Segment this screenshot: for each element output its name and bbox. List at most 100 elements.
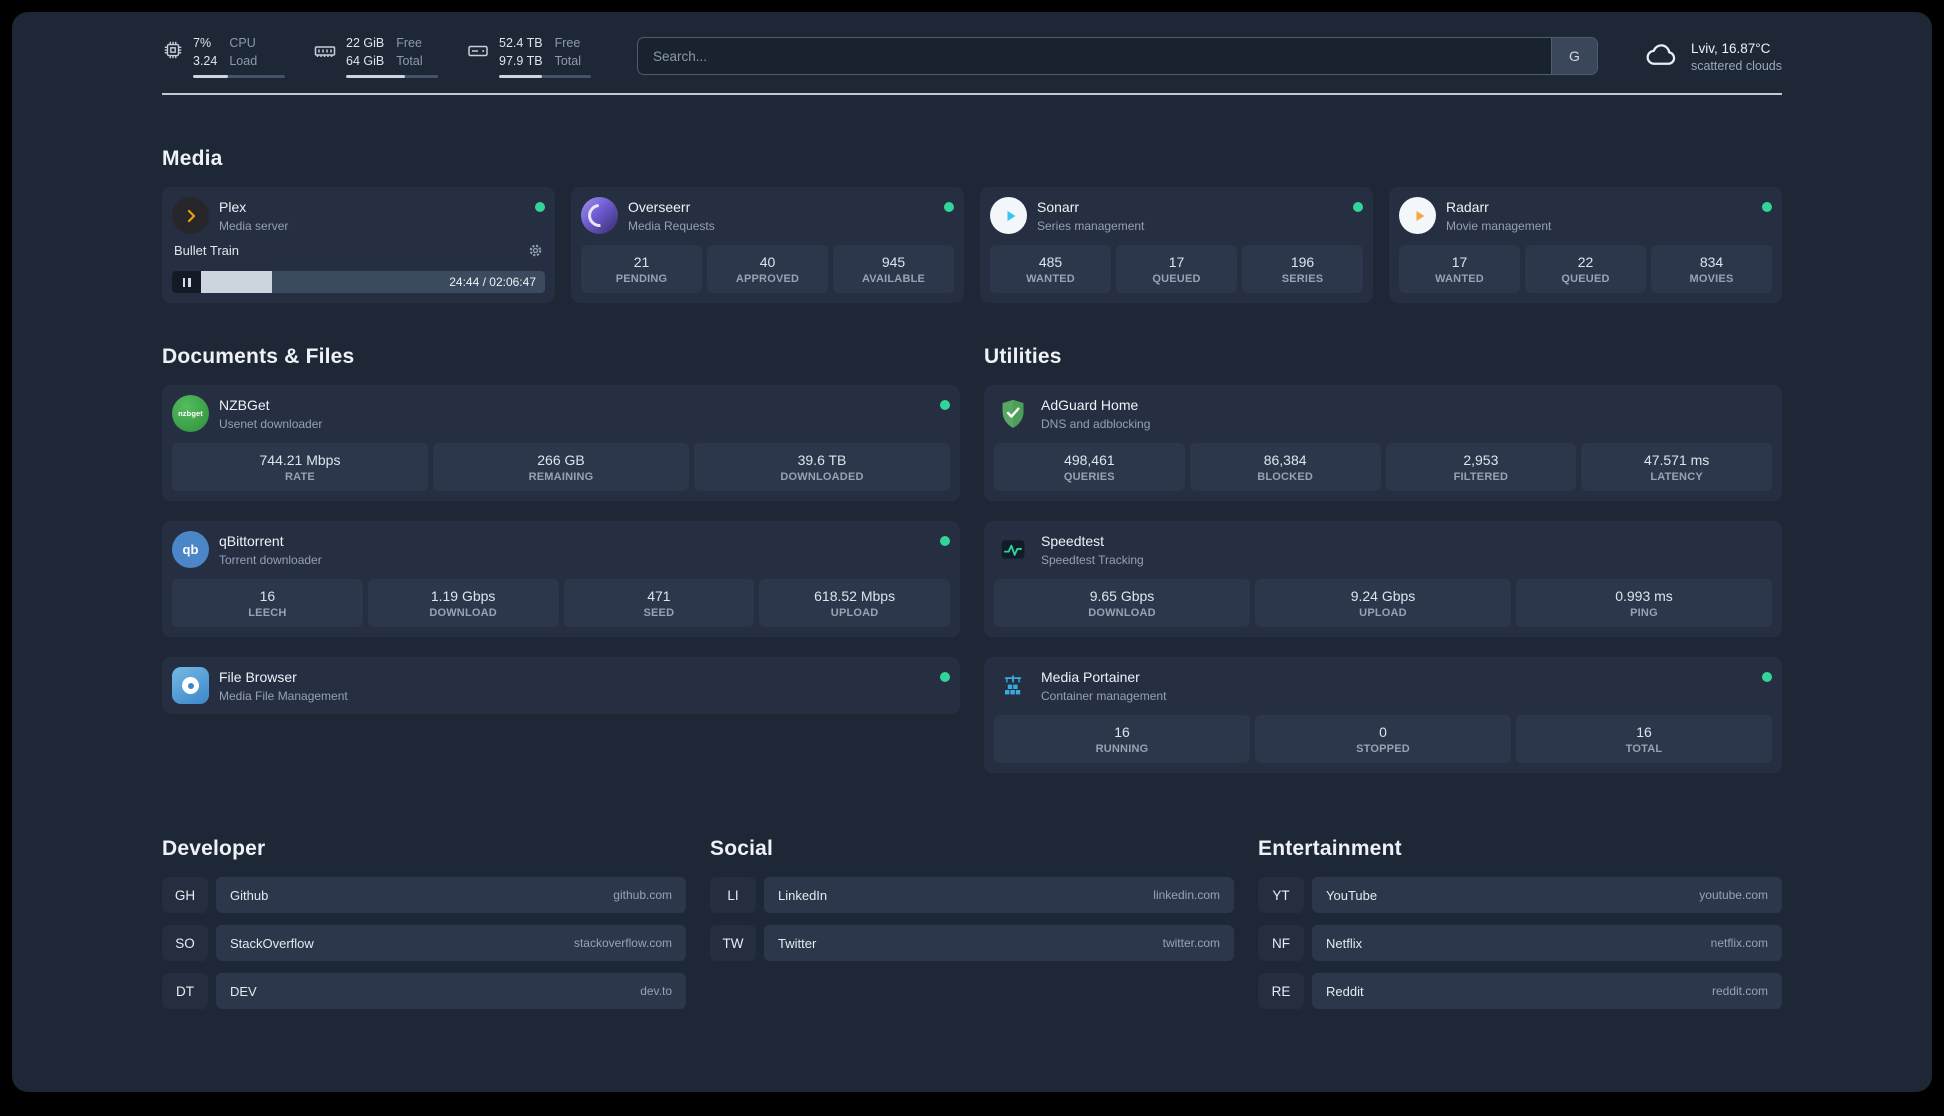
disk-total-label: Total — [554, 54, 581, 69]
disk-free-value: 52.4 TB — [499, 36, 543, 50]
stat-tile: 471 SEED — [563, 579, 755, 628]
disk-total-value: 97.9 TB — [499, 54, 543, 69]
status-dot — [940, 672, 950, 683]
stat-tile: 39.6 TB DOWNLOADED — [694, 443, 950, 492]
service-card-radarr[interactable]: Radarr Movie management 17 WANTED 22 QUE… — [1389, 187, 1782, 304]
stat-tile: 1.19 Gbps DOWNLOAD — [367, 579, 559, 628]
service-card-speedtest[interactable]: Speedtest Speedtest Tracking 9.65 Gbps D… — [984, 521, 1782, 638]
stat-tile: 17 QUEUED — [1116, 245, 1237, 294]
status-dot — [944, 202, 954, 213]
nzbget-icon: nzbget — [172, 395, 209, 433]
bookmark-youtube[interactable]: YT YouTube youtube.com — [1258, 877, 1782, 914]
bookmark-url: stackoverflow.com — [573, 936, 672, 951]
bookmark-github[interactable]: GH Github github.com — [162, 877, 686, 914]
stat-tile: 485 WANTED — [990, 245, 1111, 294]
service-subtitle: Media server — [219, 218, 289, 233]
service-subtitle: Series management — [1037, 218, 1145, 233]
bookmark-abbr: GH — [162, 877, 208, 914]
bookmark-reddit[interactable]: RE Reddit reddit.com — [1258, 973, 1782, 1010]
bookmark-linkedin[interactable]: LI LinkedIn linkedin.com — [710, 877, 1234, 914]
service-subtitle: Media Requests — [628, 218, 715, 233]
service-card-plex[interactable]: Plex Media server Bullet Train 24:44 / 0… — [162, 187, 555, 304]
service-subtitle: Media File Management — [219, 688, 348, 703]
cpu-usage-bar — [193, 75, 285, 79]
radarr-icon — [1399, 197, 1436, 235]
service-name: File Browser — [219, 669, 297, 685]
bookmark-abbr: YT — [1258, 877, 1304, 914]
dashboard-window: 7% 3.24 CPU Load 22 GiB 64 GiB Free Tota… — [12, 12, 1932, 1092]
disk-usage-bar — [499, 75, 591, 79]
stat-tile: 618.52 Mbps UPLOAD — [759, 579, 950, 628]
bookmark-abbr: SO — [162, 925, 208, 962]
cpu-widget: 7% 3.24 CPU Load — [162, 34, 285, 79]
memory-icon — [313, 39, 337, 78]
service-name: Media Portainer — [1041, 669, 1140, 685]
gear-icon[interactable] — [528, 243, 543, 258]
stat-tile: 744.21 Mbps RATE — [172, 443, 428, 492]
portainer-crane-icon — [994, 667, 1031, 704]
service-subtitle: Usenet downloader — [219, 416, 323, 431]
memory-widget: 22 GiB 64 GiB Free Total — [313, 34, 438, 79]
service-card-adguard[interactable]: AdGuard Home DNS and adblocking 498,461 … — [984, 385, 1782, 502]
service-card-qbittorrent[interactable]: qb qBittorrent Torrent downloader 16 LEE… — [162, 521, 960, 638]
stat-tile: 47.571 ms LATENCY — [1581, 443, 1772, 492]
weather-widget: Lviv, 16.87°C scattered clouds — [1644, 39, 1782, 74]
bookmark-name: Github — [230, 887, 269, 903]
speedtest-icon — [994, 531, 1031, 568]
service-card-nzbget[interactable]: nzbget NZBGet Usenet downloader 744.21 M… — [162, 385, 960, 502]
status-dot — [940, 536, 950, 547]
stat-tile: 9.24 Gbps UPLOAD — [1255, 579, 1511, 628]
stat-tile: 17 WANTED — [1399, 245, 1520, 294]
section-media: Media Plex Media server Bullet Train 24:… — [162, 147, 1782, 304]
service-card-overseerr[interactable]: Overseerr Media Requests 21 PENDING 40 A… — [571, 187, 964, 304]
service-card-sonarr[interactable]: Sonarr Series management 485 WANTED 17 Q… — [980, 187, 1373, 304]
service-name: Speedtest — [1041, 533, 1105, 549]
bookmark-url: netflix.com — [1710, 936, 1768, 951]
bookmark-url: dev.to — [640, 984, 672, 999]
stat-tile: 266 GB REMAINING — [433, 443, 689, 492]
memory-usage-bar — [346, 75, 438, 79]
bookmark-abbr: NF — [1258, 925, 1304, 962]
bookmark-abbr: LI — [710, 877, 756, 914]
cpu-label: CPU — [229, 36, 256, 50]
bookmark-url: twitter.com — [1162, 936, 1220, 951]
service-subtitle: Container management — [1041, 688, 1167, 703]
service-name: AdGuard Home — [1041, 397, 1139, 413]
service-card-portainer[interactable]: Media Portainer Container management 16 … — [984, 657, 1782, 774]
status-dot — [1353, 202, 1363, 213]
stat-tile: 21 PENDING — [581, 245, 702, 294]
search-provider-button[interactable]: G — [1550, 38, 1597, 75]
pause-button[interactable] — [172, 271, 201, 294]
cloud-icon — [1644, 39, 1680, 74]
bookmark-abbr: TW — [710, 925, 756, 962]
section-title-social: Social — [710, 837, 774, 861]
bookmark-dev[interactable]: DT DEV dev.to — [162, 973, 686, 1010]
bookmark-group-entertainment: Entertainment YT YouTube youtube.com NF … — [1258, 837, 1782, 1010]
header-divider — [162, 93, 1782, 96]
service-subtitle: DNS and adblocking — [1041, 416, 1151, 431]
sonarr-icon — [990, 197, 1027, 235]
service-card-filebrowser[interactable]: File Browser Media File Management — [162, 657, 960, 715]
section-title-utilities: Utilities — [984, 345, 1062, 369]
bookmark-group-social: Social LI LinkedIn linkedin.com TW Twitt… — [710, 837, 1234, 1009]
bookmark-netflix[interactable]: NF Netflix netflix.com — [1258, 925, 1782, 962]
bookmark-twitter[interactable]: TW Twitter twitter.com — [710, 925, 1234, 962]
service-name: Sonarr — [1037, 199, 1080, 215]
stat-tile: 0 STOPPED — [1255, 715, 1511, 764]
status-dot — [1762, 672, 1772, 683]
section-documents: Documents & Files nzbget NZBGet Usenet d… — [162, 345, 960, 773]
cpu-load-label: Load — [229, 54, 258, 69]
status-dot — [1762, 202, 1772, 213]
section-title-developer: Developer — [162, 837, 266, 861]
bookmark-name: Netflix — [1326, 935, 1363, 951]
plex-player-bar: 24:44 / 02:06:47 — [172, 271, 545, 294]
service-subtitle: Speedtest Tracking — [1041, 552, 1144, 567]
bookmark-name: LinkedIn — [778, 887, 828, 903]
bookmark-stackoverflow[interactable]: SO StackOverflow stackoverflow.com — [162, 925, 686, 962]
bookmark-url: youtube.com — [1699, 888, 1768, 903]
stat-tile: 16 LEECH — [172, 579, 363, 628]
stat-tile: 945 AVAILABLE — [833, 245, 954, 294]
memory-total-value: 64 GiB — [346, 54, 385, 69]
bookmark-abbr: DT — [162, 973, 208, 1010]
search-input[interactable] — [638, 38, 1551, 75]
